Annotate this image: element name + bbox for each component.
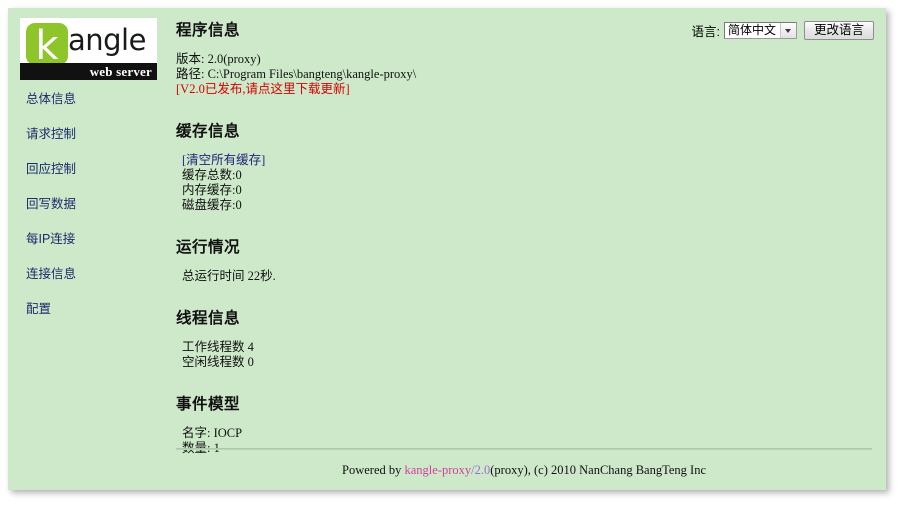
sidebar-item-per-ip-connection[interactable]: 每IP连接: [20, 232, 160, 246]
thread-info-heading: 线程信息: [176, 310, 241, 327]
program-info-block: 版本: 2.0(proxy) 路径: C:\Program Files\bang…: [176, 52, 872, 97]
runtime-uptime: 总运行时间 22秒.: [182, 269, 276, 283]
event-model-name: 名字: IOCP: [182, 426, 243, 440]
logo-tagline-bar: web server: [20, 63, 157, 80]
main-content: 程序信息 版本: 2.0(proxy) 路径: C:\Program Files…: [176, 18, 872, 478]
event-model-block: 名字: IOCP 数量: 1: [176, 426, 872, 456]
logo-mark: k: [26, 23, 68, 69]
logo-tagline: web server: [89, 64, 152, 79]
cache-info-heading: 缓存信息: [176, 123, 241, 140]
footer-prefix: Powered by: [342, 463, 405, 477]
footer-product-link[interactable]: kangle-proxy: [405, 463, 472, 477]
cache-info-block: [清空所有缓存] 缓存总数:0 内存缓存:0 磁盘缓存:0: [176, 153, 872, 213]
program-info-heading: 程序信息: [176, 22, 241, 39]
footer-divider: [176, 448, 872, 450]
sidebar-nav: 总体信息 请求控制 回应控制 回写数据 每IP连接 连接信息 配置: [20, 92, 160, 316]
cache-total: 缓存总数:0: [182, 168, 242, 182]
cache-disk: 磁盘缓存:0: [182, 198, 242, 212]
event-model-heading: 事件模型: [176, 396, 241, 413]
sidebar-item-response-control[interactable]: 回应控制: [20, 162, 160, 176]
sidebar: k angle web server 总体信息 请求控制 回应控制 回写数据 每…: [20, 18, 160, 337]
clear-all-cache-link[interactable]: [清空所有缓存]: [182, 153, 265, 167]
kangle-logo: k angle web server: [20, 18, 157, 80]
thread-working-count: 工作线程数 4: [182, 340, 254, 354]
sidebar-item-overview[interactable]: 总体信息: [20, 92, 160, 106]
footer-version-link[interactable]: /2.0: [471, 463, 490, 477]
download-update-link[interactable]: [V2.0已发布,请点这里下载更新]: [176, 82, 350, 96]
thread-idle-count: 空闲线程数 0: [182, 355, 254, 369]
program-path: 路径: C:\Program Files\bangteng\kangle-pro…: [176, 67, 417, 81]
logo-wordmark: angle: [68, 23, 146, 57]
sidebar-item-config[interactable]: 配置: [20, 302, 160, 316]
cache-memory: 内存缓存:0: [182, 183, 242, 197]
thread-info-block: 工作线程数 4 空闲线程数 0: [176, 340, 872, 370]
logo-mark-letter: k: [35, 23, 59, 69]
program-version: 版本: 2.0(proxy): [176, 52, 261, 66]
sidebar-item-request-control[interactable]: 请求控制: [20, 127, 160, 141]
page-root: 语言: 简体中文 更改语言 k angle web server 总体信息 请求…: [8, 8, 886, 490]
runtime-block: 总运行时间 22秒.: [176, 269, 872, 284]
runtime-heading: 运行情况: [176, 239, 241, 256]
sidebar-item-writeback-data[interactable]: 回写数据: [20, 197, 160, 211]
footer-suffix: (proxy), (c) 2010 NanChang BangTeng Inc: [490, 463, 706, 477]
sidebar-item-connection-info[interactable]: 连接信息: [20, 267, 160, 281]
footer: Powered by kangle-proxy/2.0(proxy), (c) …: [176, 463, 872, 478]
